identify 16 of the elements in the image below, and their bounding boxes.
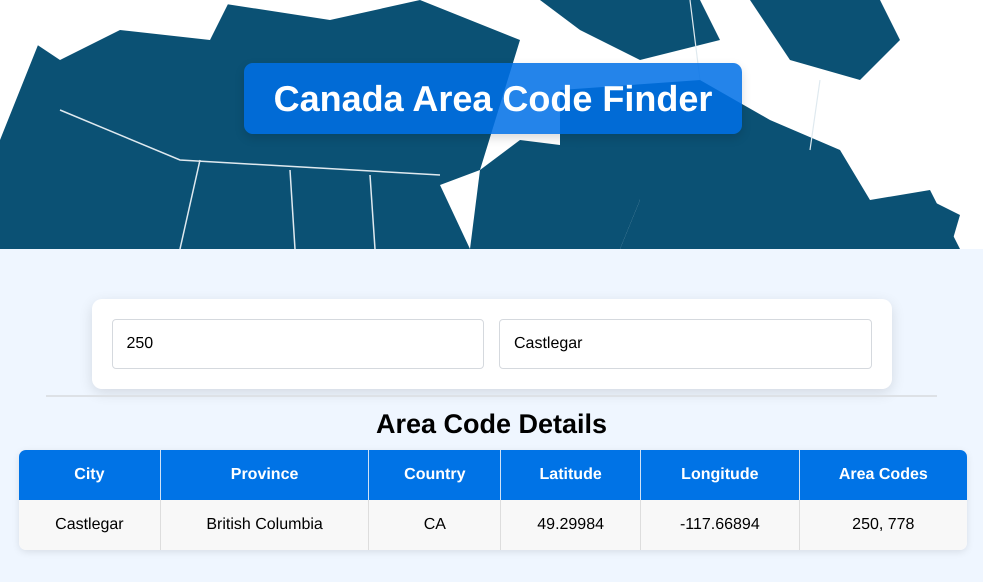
table-cell: -117.66894 bbox=[640, 500, 799, 550]
column-header: Longitude bbox=[640, 450, 799, 500]
table-cell: 49.29984 bbox=[500, 500, 640, 550]
area-code-field[interactable]: 250 bbox=[112, 319, 484, 369]
column-header: Area Codes bbox=[798, 450, 967, 500]
column-header: Country bbox=[368, 450, 500, 500]
section-title: Area Code Details bbox=[376, 409, 608, 440]
table-cell: Castlegar bbox=[19, 500, 160, 550]
city-field[interactable]: Castlegar bbox=[499, 319, 872, 369]
page-title: Canada Area Code Finder bbox=[244, 63, 742, 134]
table-cell: 250, 778 bbox=[798, 500, 967, 550]
column-header: City bbox=[19, 450, 160, 500]
table-cell: CA bbox=[368, 500, 500, 550]
column-header: Province bbox=[160, 450, 368, 500]
table-cell: British Columbia bbox=[160, 500, 368, 550]
column-header: Latitude bbox=[500, 450, 640, 500]
